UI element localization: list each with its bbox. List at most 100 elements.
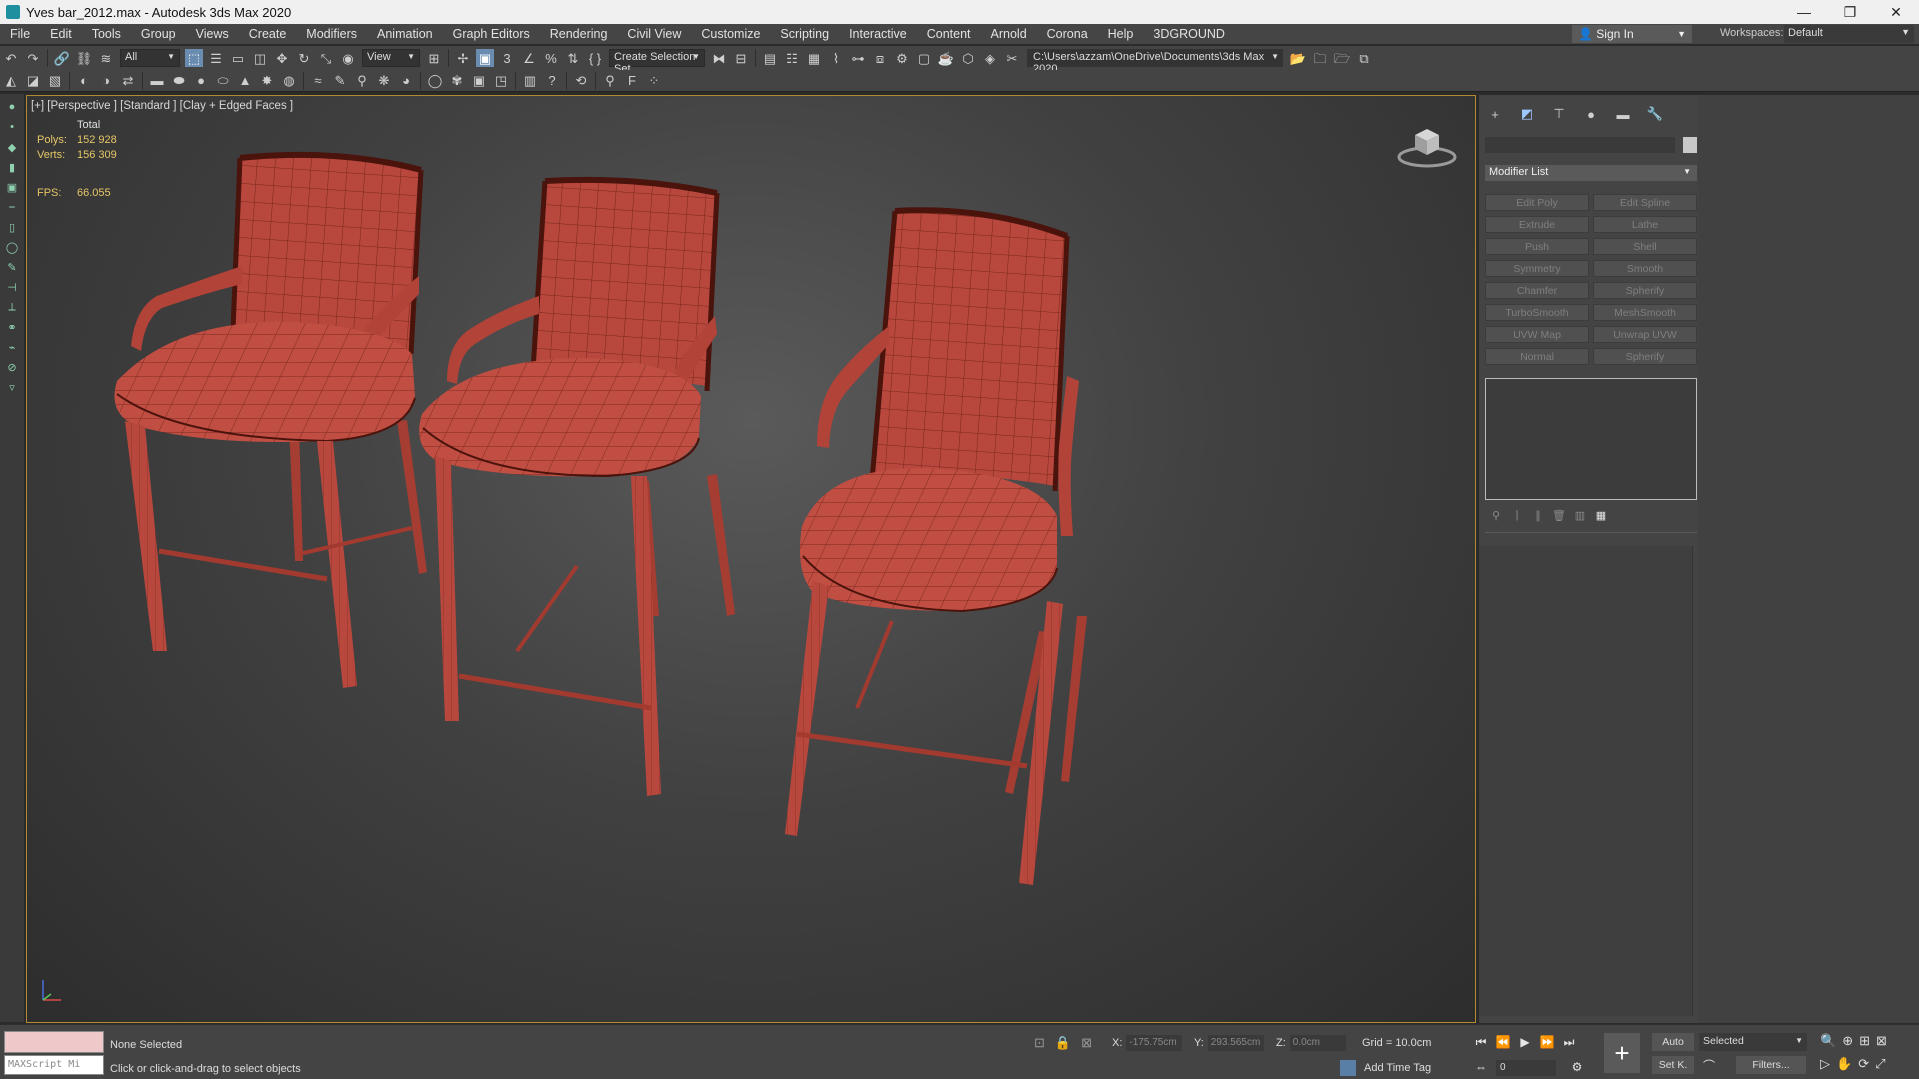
cut-icon[interactable]: ▯ (5, 220, 19, 234)
project-new-icon[interactable]: ⧉ (1355, 49, 1373, 67)
open-folder-icon[interactable]: 📂 (1289, 49, 1307, 67)
create-shape-icon[interactable]: ● (5, 100, 19, 114)
set-key-big-button[interactable]: + (1604, 1033, 1640, 1073)
cylinder-primitive-icon[interactable]: ⬭ (214, 72, 232, 90)
sort-icon[interactable]: ⇄ (119, 72, 137, 90)
isolate-icon[interactable]: ⊡ (1034, 1035, 1045, 1051)
render-sphere-icon[interactable]: ◯ (426, 72, 444, 90)
vr-icon[interactable]: ◳ (492, 72, 510, 90)
project-folder-dropdown[interactable]: C:\Users\azzam\OneDrive\Documents\3ds Ma… (1027, 49, 1283, 75)
render-setup-icon[interactable]: ⚙ (893, 49, 911, 67)
edit-named-selection-icon[interactable]: { } (586, 49, 604, 67)
unlink-icon[interactable]: ⛓ (75, 49, 93, 67)
material-icon[interactable]: ◕ (397, 72, 415, 90)
pivot-center-icon[interactable]: ⊞ (425, 49, 443, 67)
ring-icon[interactable]: ⌁ (5, 340, 19, 354)
absolute-mode-icon[interactable]: ⊠ (1081, 1035, 1092, 1051)
menu-3dground[interactable]: 3DGROUND (1143, 27, 1235, 41)
selection-filter-dropdown[interactable]: All ▼ (120, 49, 180, 67)
snaps-toggle-icon[interactable]: 3 (498, 49, 516, 67)
paint-icon[interactable]: ✎ (331, 72, 349, 90)
sun-light-icon[interactable]: ✸ (258, 72, 276, 90)
menu-edit[interactable]: Edit (40, 27, 82, 41)
material-editor-icon[interactable]: ⧈ (871, 49, 889, 67)
curve-editor-icon[interactable]: ⌇ (827, 49, 845, 67)
zoom-all-icon[interactable]: ⊕ (1842, 1033, 1853, 1049)
named-selection-set-dropdown[interactable]: Create Selection Set ▼ (609, 49, 705, 75)
perspective-viewport[interactable]: [+] [Perspective ] [Standard ] [Clay + E… (26, 95, 1476, 1023)
asset-icon[interactable]: ▥ (521, 72, 539, 90)
maxscript-listener-output[interactable] (4, 1031, 104, 1053)
select-object-icon[interactable]: ⬚ (185, 49, 203, 67)
modifier-spherify-button[interactable]: Spherify (1593, 282, 1697, 299)
go-to-end-icon[interactable]: ⏭ (1560, 1033, 1578, 1051)
orbit-icon[interactable]: ⟳ (1858, 1056, 1869, 1072)
scene-explorer-icon[interactable]: ▤ (761, 49, 779, 67)
percent-snap-icon[interactable]: % (542, 49, 560, 67)
scatter-icon[interactable]: ❋ (375, 72, 393, 90)
viewcube-icon[interactable] (1397, 121, 1457, 171)
schematic-view-icon[interactable]: ⊶ (849, 49, 867, 67)
cone-primitive-icon[interactable]: ▲ (236, 72, 254, 90)
remove-modifier-icon[interactable]: 🗑 (1550, 507, 1568, 523)
key-mode-toggle-icon[interactable]: ⇔ (1472, 1058, 1490, 1076)
layer-add-icon[interactable]: ◑ (97, 72, 115, 90)
trash-icon[interactable]: ▥ (1571, 507, 1589, 523)
select-manipulate-icon[interactable]: ✢ (454, 49, 472, 67)
rectangular-selection-icon[interactable]: ▭ (229, 49, 247, 67)
select-toggle-icon[interactable]: ◭ (2, 72, 20, 90)
align-icon[interactable]: ⊟ (732, 49, 750, 67)
key-filters-button[interactable]: Filters... (1736, 1056, 1806, 1074)
go-to-start-icon[interactable]: ⏮ (1472, 1033, 1490, 1051)
menu-corona[interactable]: Corona (1037, 27, 1098, 41)
modify-tab-icon[interactable]: ◩ (1517, 105, 1537, 123)
save-icon[interactable]: ▧ (46, 72, 64, 90)
paint-brush-icon[interactable]: ✎ (5, 260, 19, 274)
zoom-extents-all-icon[interactable]: ⊠ (1876, 1033, 1887, 1049)
menu-civil-view[interactable]: Civil View (617, 27, 691, 41)
modifier-spherify-2-button[interactable]: Spherify (1593, 348, 1697, 365)
poly-icon[interactable]: ▣ (5, 180, 19, 194)
menu-animation[interactable]: Animation (367, 27, 443, 41)
menu-graph-editors[interactable]: Graph Editors (443, 27, 540, 41)
make-unique-icon[interactable]: ∥ (1529, 507, 1547, 523)
save-folder-icon[interactable]: 🗀 (1311, 49, 1329, 67)
maximize-viewport-icon[interactable]: ⤢ (1875, 1056, 1885, 1072)
rendered-frame-window-icon[interactable]: ▢ (915, 49, 933, 67)
show-end-result-icon[interactable]: | (1508, 507, 1526, 523)
modifier-meshsmooth-button[interactable]: MeshSmooth (1593, 304, 1697, 321)
proxy-icon[interactable]: ⚲ (353, 72, 371, 90)
modifier-shell-button[interactable]: Shell (1593, 238, 1697, 255)
link-icon[interactable]: 🔗 (53, 49, 71, 67)
spinner-snap-icon[interactable]: ⇅ (564, 49, 582, 67)
edge-icon[interactable]: ▮ (5, 160, 19, 174)
ribbon-toggle-icon[interactable]: ▦ (805, 49, 823, 67)
element-icon[interactable]: ⎯ (5, 200, 19, 214)
connect-icon[interactable]: ⟂ (5, 300, 19, 314)
redo-icon[interactable]: ↷ (24, 49, 42, 67)
pan-icon[interactable]: ✋ (1836, 1056, 1852, 1072)
menu-group[interactable]: Group (131, 27, 186, 41)
maximize-button[interactable]: ❐ (1827, 0, 1873, 24)
multi-color-icon[interactable]: ✾ (448, 72, 466, 90)
zoom-extents-icon[interactable]: ⊞ (1859, 1033, 1870, 1049)
bind-space-warp-icon[interactable]: ≋ (97, 49, 115, 67)
layer-explorer-icon[interactable]: ☷ (783, 49, 801, 67)
auto-key-button[interactable]: Auto (1652, 1033, 1694, 1051)
previous-frame-icon[interactable]: ⏪ (1494, 1033, 1512, 1051)
viewport-label-menu[interactable]: [+] [Perspective ] [Standard ] [Clay + E… (31, 100, 293, 112)
vfb-icon[interactable]: ▣ (470, 72, 488, 90)
undo-icon[interactable]: ↶ (2, 49, 20, 67)
menu-scripting[interactable]: Scripting (770, 27, 839, 41)
sphere-primitive-icon[interactable]: ⬬ (170, 72, 188, 90)
dots-icon[interactable]: ⁘ (645, 72, 663, 90)
mirror-icon[interactable]: ⧓ (710, 49, 728, 67)
hair-icon[interactable]: ≈ (309, 72, 327, 90)
modifier-unwrap-uvw-button[interactable]: Unwrap UVW (1593, 326, 1697, 343)
menu-file[interactable]: File (0, 27, 40, 41)
sphere-light-icon[interactable]: ● (192, 72, 210, 90)
vertex-icon[interactable]: ◆ (5, 140, 19, 154)
menu-views[interactable]: Views (186, 27, 239, 41)
loop-icon[interactable]: ◯ (5, 240, 19, 254)
keyboard-shortcut-override-icon[interactable]: ▣ (476, 49, 494, 67)
